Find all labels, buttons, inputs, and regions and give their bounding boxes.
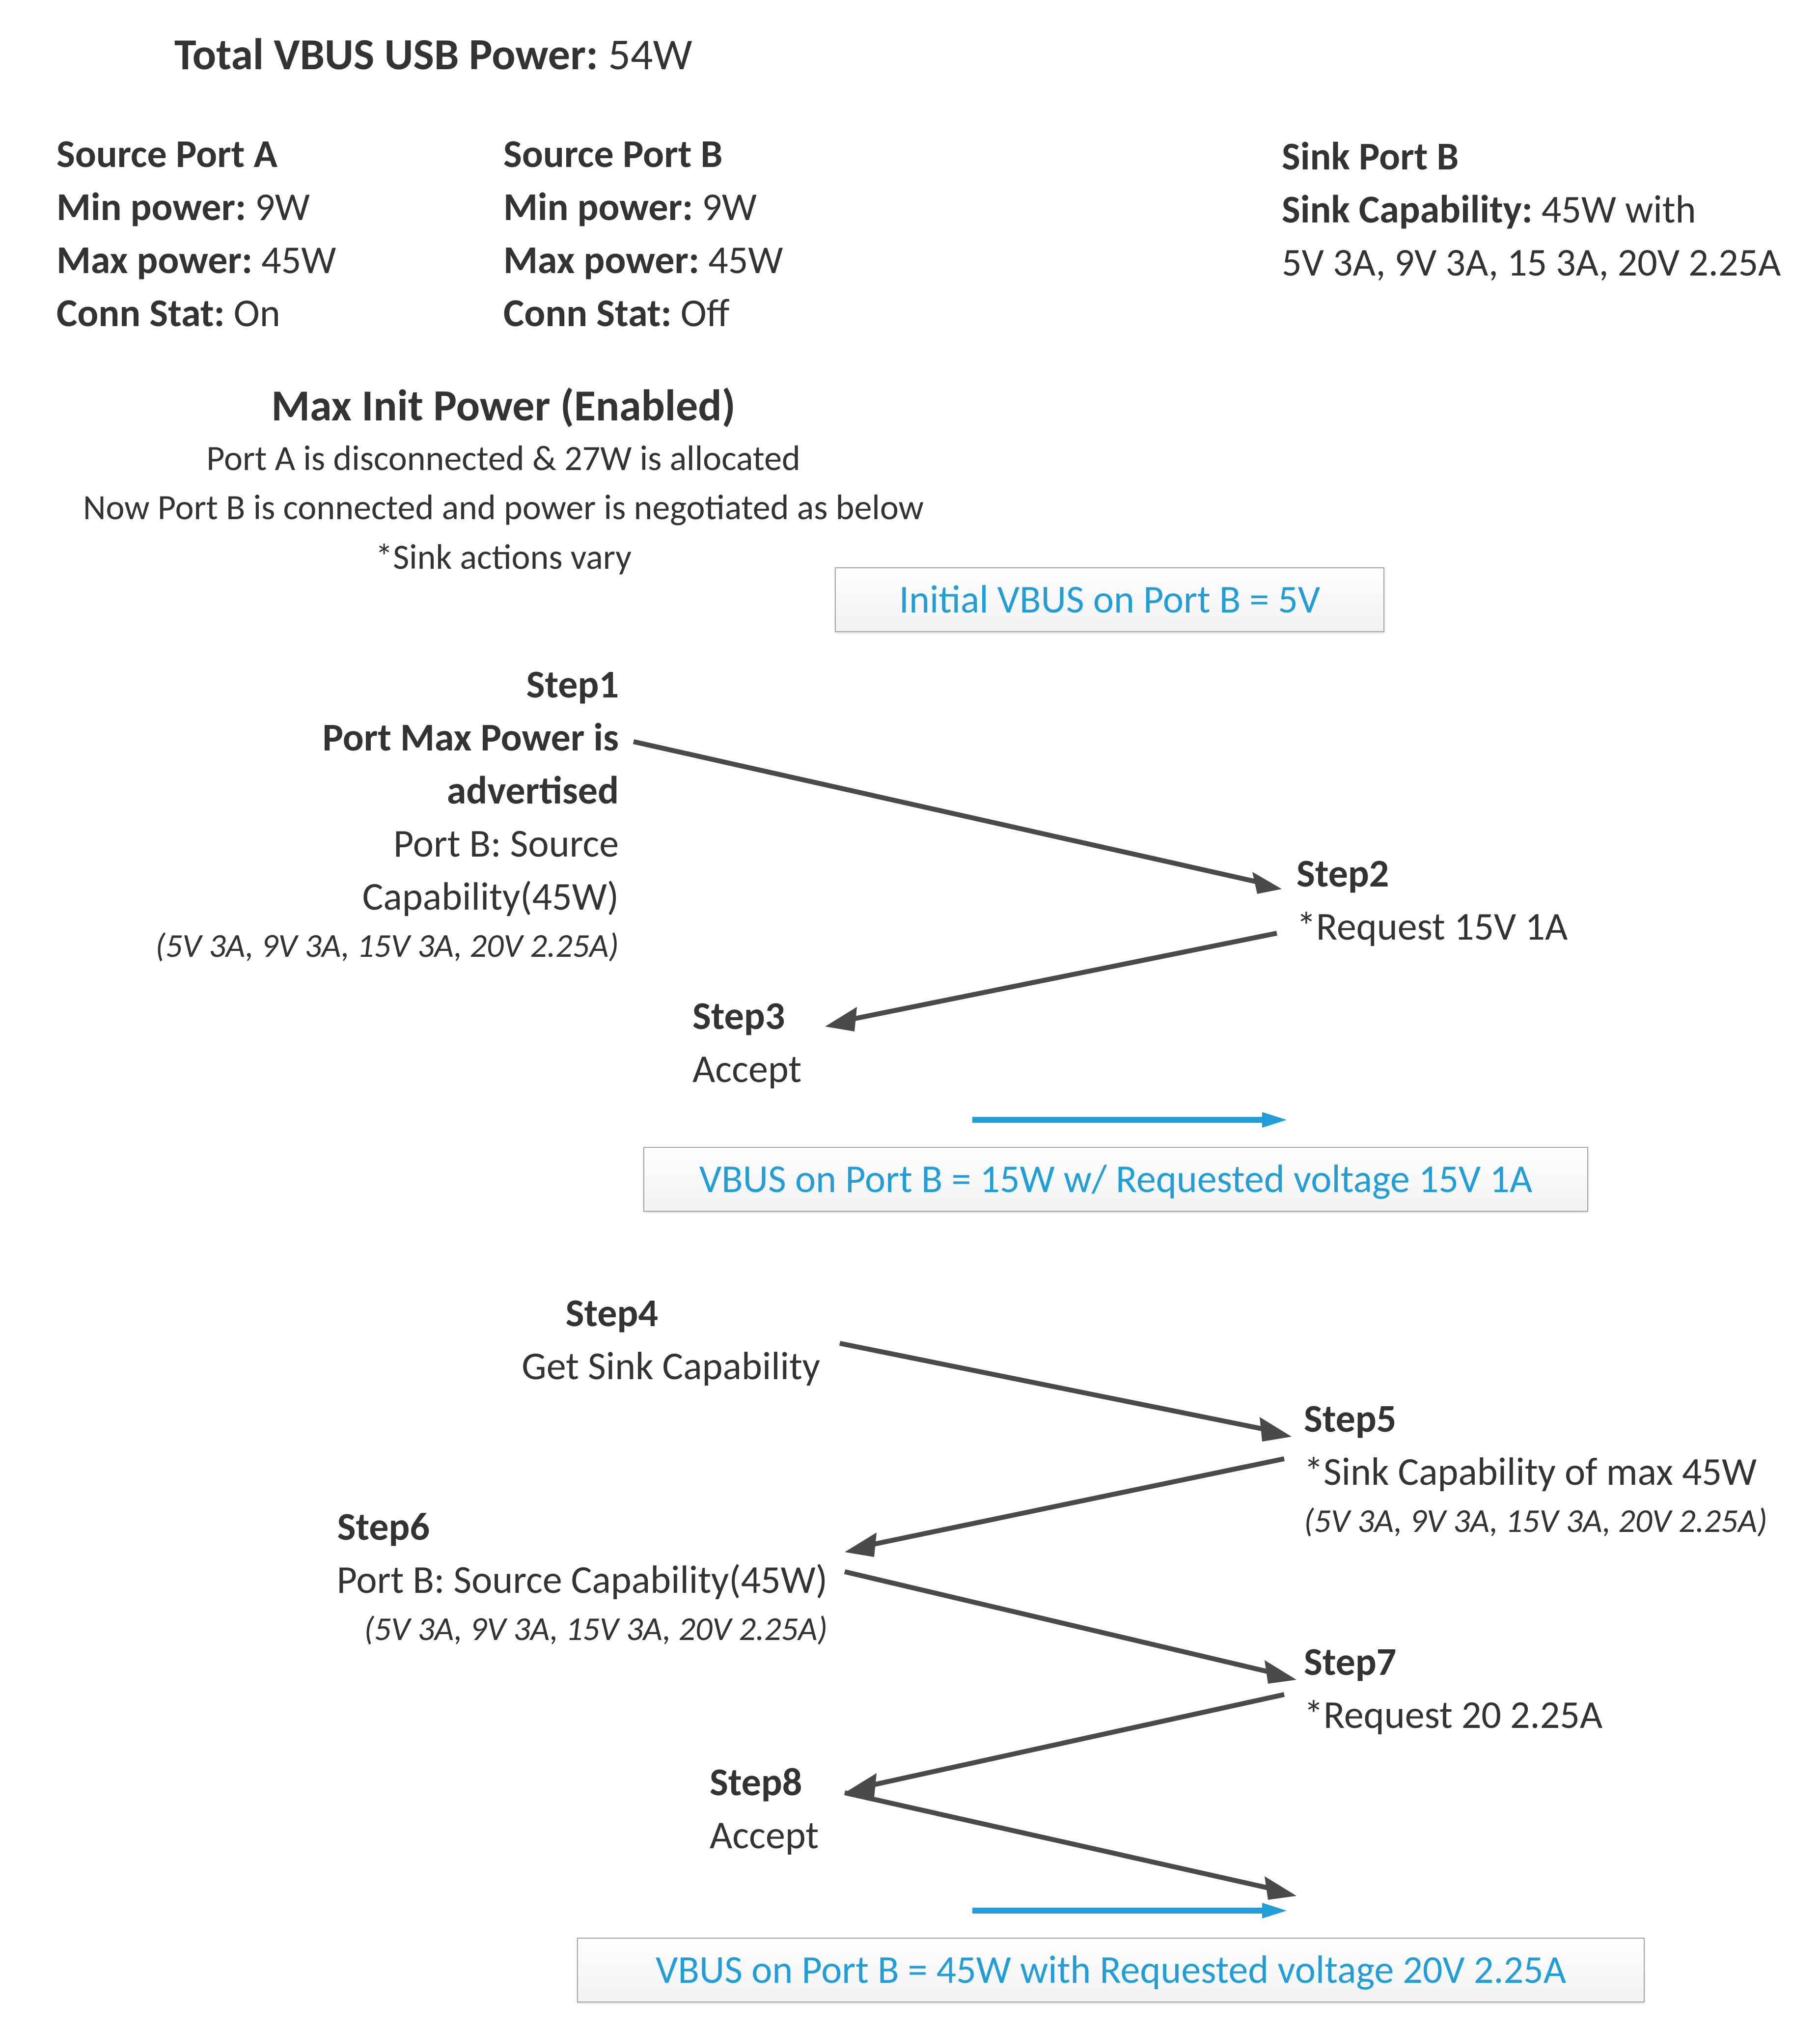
sink-port-b: Sink Port B Sink Capability: 45W with 5V… [1282, 130, 1820, 289]
arrow-s4-to-s5 [840, 1343, 1292, 1446]
status-initial-text: Initial VBUS on Port B = 5V [899, 576, 1320, 623]
step1: Step1 Port Max Power is advertised Port … [147, 658, 619, 969]
max-init-line2: Now Port B is connected and power is neg… [29, 483, 977, 532]
step5-label: Step5 [1304, 1392, 1805, 1445]
source-b-min-value: 9W [702, 183, 757, 231]
step2-label: Step2 [1296, 847, 1738, 900]
max-init-heading: Max Init Power (Enabled) [29, 378, 977, 434]
step1-label: Step1 [147, 658, 619, 711]
sink-b-cap-label: Sink Capability: [1282, 186, 1533, 233]
diagram-canvas: Total VBUS USB Power: 54W Source Port A … [0, 0, 1820, 2029]
step1-line1: Port Max Power is advertised [147, 711, 619, 817]
step7: Step7 *Request 20 2.25A [1304, 1636, 1746, 1742]
source-a-min-value: 9W [255, 183, 310, 231]
status-initial-vbus: Initial VBUS on Port B = 5V [835, 567, 1384, 632]
arrow-s1-to-s2 [634, 742, 1282, 899]
arrow-s8-out [845, 1793, 1296, 1906]
source-a-conn-value: On [234, 289, 280, 337]
arrow-s5-to-s6 [845, 1459, 1289, 1562]
status-45w-text: VBUS on Port B = 45W with Requested volt… [656, 1946, 1566, 1994]
step5-line1: *Sink Capability of max 45W [1304, 1445, 1805, 1499]
step7-label: Step7 [1304, 1636, 1746, 1689]
source-a-max-label: Max power: [56, 236, 252, 284]
step3-line1: Accept [692, 1043, 889, 1096]
total-vbus-title: Total VBUS USB Power: 54W [174, 27, 692, 83]
step6-label: Step6 [270, 1501, 827, 1554]
blue-arrow-45w [972, 1901, 1287, 1920]
arrow-s7-to-s8 [845, 1695, 1289, 1803]
source-port-b: Source Port B Min power: 9W Max power: 4… [503, 128, 936, 340]
max-init-line1: Port A is disconnected & 27W is allocate… [29, 434, 977, 483]
source-a-heading: Source Port A [56, 128, 489, 181]
source-a-conn-label: Conn Stat: [56, 289, 225, 337]
source-b-conn-label: Conn Stat: [503, 289, 672, 337]
source-b-max-label: Max power: [503, 236, 699, 284]
status-15w-text: VBUS on Port B = 15W w/ Requested voltag… [699, 1155, 1532, 1203]
source-port-a: Source Port A Min power: 9W Max power: 4… [56, 128, 489, 340]
max-init-block: Max Init Power (Enabled) Port A is disco… [29, 378, 977, 582]
step2: Step2 *Request 15V 1A [1296, 847, 1738, 953]
step4-line1: Get Sink Capability [491, 1340, 820, 1393]
step7-line1: *Request 20 2.25A [1304, 1689, 1746, 1742]
source-a-max-value: 45W [261, 236, 336, 284]
status-vbus-45w: VBUS on Port B = 45W with Requested volt… [577, 1938, 1645, 2002]
step6: Step6 Port B: Source Capability(45W) (5V… [270, 1501, 827, 1652]
step2-line1: *Request 15V 1A [1296, 900, 1738, 953]
step4-label: Step4 [491, 1287, 820, 1340]
step3: Step3 Accept [692, 990, 889, 1096]
title-value: 54W [608, 28, 692, 82]
sink-b-heading: Sink Port B [1282, 130, 1820, 183]
sink-b-cap-value: 45W with [1542, 186, 1696, 233]
source-b-max-value: 45W [708, 236, 783, 284]
step1-line3: (5V 3A, 9V 3A, 15V 3A, 20V 2.25A) [147, 923, 619, 969]
status-vbus-15w: VBUS on Port B = 15W w/ Requested voltag… [643, 1147, 1588, 1212]
step6-line1: Port B: Source Capability(45W) [270, 1554, 827, 1607]
source-a-min-label: Min power: [56, 183, 246, 231]
title-label: Total VBUS USB Power: [174, 28, 598, 82]
step1-line2: Port B: Source Capability(45W) [147, 817, 619, 923]
step6-line2: (5V 3A, 9V 3A, 15V 3A, 20V 2.25A) [270, 1607, 827, 1652]
source-b-heading: Source Port B [503, 128, 936, 181]
step5: Step5 *Sink Capability of max 45W (5V 3A… [1304, 1392, 1805, 1544]
sink-b-cap-line2: 5V 3A, 9V 3A, 15 3A, 20V 2.25A [1282, 239, 1781, 286]
arrow-s6-to-s7 [845, 1572, 1296, 1690]
arrow-s2-to-s3 [825, 933, 1282, 1036]
step5-line2: (5V 3A, 9V 3A, 15V 3A, 20V 2.25A) [1304, 1499, 1805, 1544]
step4: Step4 Get Sink Capability [491, 1287, 820, 1393]
source-b-min-label: Min power: [503, 183, 693, 231]
step3-label: Step3 [692, 990, 889, 1043]
source-b-conn-value: Off [681, 289, 730, 337]
blue-arrow-15w [972, 1110, 1287, 1130]
